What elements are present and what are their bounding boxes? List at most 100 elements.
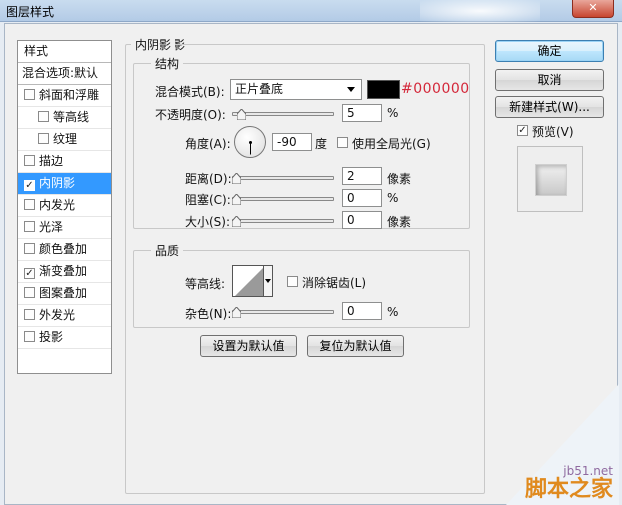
slider-track (232, 176, 334, 180)
distance-input[interactable]: 2 (342, 167, 382, 185)
watermark: jb51.net 脚本之家 (525, 464, 613, 502)
preview-label: 预览(V) (532, 125, 574, 139)
preview-checkbox[interactable]: ✓ (517, 125, 528, 136)
style-checkbox[interactable] (24, 243, 35, 254)
style-checkbox[interactable] (38, 111, 49, 122)
angle-input[interactable]: -90 (272, 133, 312, 151)
contour-dropdown[interactable] (264, 265, 273, 297)
choke-label: 阻塞(C): (185, 193, 231, 207)
style-item[interactable]: 图案叠加 (18, 283, 111, 305)
distance-label: 距离(D): (185, 172, 232, 186)
style-checkbox[interactable]: ✓ (24, 268, 35, 279)
shadow-color-hex: #000000 (401, 81, 470, 97)
blend-options-item[interactable]: 混合选项:默认 (18, 63, 111, 85)
title-bar: 图层样式 ✕ (0, 0, 622, 22)
style-item-label: 渐变叠加 (39, 264, 88, 278)
make-default-button[interactable]: 设置为默认值 (200, 335, 297, 357)
style-checkbox[interactable] (24, 89, 35, 100)
style-checkbox[interactable] (38, 133, 49, 144)
style-item-label: 图案叠加 (39, 286, 88, 300)
style-checkbox[interactable] (24, 199, 35, 210)
angle-unit: 度 (315, 137, 328, 151)
style-item-label: 光泽 (39, 220, 64, 234)
opacity-slider[interactable] (232, 109, 334, 120)
preview-swatch (535, 164, 567, 196)
slider-thumb-icon[interactable] (232, 173, 241, 184)
style-item-label: 颜色叠加 (39, 242, 88, 256)
new-style-button[interactable]: 新建样式(W)... (495, 96, 604, 118)
slider-thumb-icon[interactable] (232, 307, 241, 318)
style-item-label: 内发光 (39, 198, 76, 212)
size-input[interactable]: 0 (342, 211, 382, 229)
style-item-label: 外发光 (39, 308, 76, 322)
choke-unit: % (387, 191, 399, 205)
style-item[interactable]: 描边 (18, 151, 111, 173)
style-item-label: 描边 (39, 154, 64, 168)
angle-dial[interactable] (234, 126, 266, 158)
title-glow (420, 0, 540, 22)
angle-needle-icon (249, 141, 252, 155)
cancel-button[interactable]: 取消 (495, 69, 604, 91)
slider-thumb-icon[interactable] (232, 194, 241, 205)
style-checkbox[interactable] (24, 221, 35, 232)
global-light-label: 使用全局光(G) (352, 137, 431, 151)
style-item-label: 内阴影 (39, 176, 76, 190)
structure-title: 结构 (151, 55, 184, 72)
style-item[interactable]: 光泽 (18, 217, 111, 239)
style-checkbox[interactable] (24, 155, 35, 166)
contour-picker[interactable] (232, 265, 264, 297)
style-item[interactable]: 纹理 (18, 129, 111, 151)
global-light-checkbox[interactable] (337, 137, 348, 148)
size-slider[interactable] (232, 216, 334, 227)
style-item[interactable]: 颜色叠加 (18, 239, 111, 261)
style-item[interactable]: 斜面和浮雕 (18, 85, 111, 107)
ok-button[interactable]: 确定 (495, 40, 604, 62)
slider-track (232, 112, 334, 116)
style-item[interactable]: 内发光 (18, 195, 111, 217)
style-checkbox[interactable] (24, 331, 35, 342)
size-label: 大小(S): (185, 215, 231, 229)
style-item[interactable]: ✓ 内阴影 (18, 173, 111, 195)
section-title-label: 内阴影 (131, 36, 176, 53)
slider-thumb-icon[interactable] (237, 109, 246, 120)
anti-alias-checkbox[interactable] (287, 276, 298, 287)
size-unit: 像素 (387, 215, 412, 229)
blend-mode-select[interactable]: 正片叠底 (230, 79, 362, 100)
distance-slider[interactable] (232, 173, 334, 184)
style-item[interactable]: 等高线 (18, 107, 111, 129)
styles-header[interactable]: 样式 (18, 41, 111, 63)
style-item-label: 纹理 (53, 132, 78, 146)
slider-thumb-icon[interactable] (232, 216, 241, 227)
style-item-label: 投影 (39, 330, 64, 344)
chevron-down-icon (347, 87, 355, 92)
opacity-label: 不透明度(O): (155, 108, 226, 122)
shadow-color-swatch[interactable] (367, 80, 400, 99)
watermark-site: jb51.net (563, 464, 613, 478)
choke-input[interactable]: 0 (342, 189, 382, 207)
noise-unit: % (387, 305, 399, 319)
angle-label: 角度(A): (185, 137, 231, 151)
style-item[interactable]: 外发光 (18, 305, 111, 327)
slider-track (232, 310, 334, 314)
slider-track (232, 219, 334, 223)
window-title: 图层样式 (6, 5, 55, 19)
style-item[interactable]: 投影 (18, 327, 111, 349)
opacity-input[interactable]: 5 (342, 104, 382, 122)
styles-list: 样式 混合选项:默认 斜面和浮雕 等高线纹理描边 ✓ 内阴影内发光光泽颜色叠加 ✓ 渐变叠… (17, 40, 112, 374)
preview-thumbnail (517, 146, 583, 212)
chevron-down-icon (265, 279, 271, 283)
close-button[interactable]: ✕ (572, 0, 614, 18)
noise-slider[interactable] (232, 307, 334, 318)
noise-label: 杂色(N): (185, 307, 232, 321)
style-checkbox[interactable] (24, 287, 35, 298)
style-checkbox[interactable]: ✓ (24, 180, 35, 191)
reset-default-button[interactable]: 复位为默认值 (307, 335, 404, 357)
slider-track (232, 197, 334, 201)
style-checkbox[interactable] (24, 309, 35, 320)
choke-slider[interactable] (232, 194, 334, 205)
style-items: 斜面和浮雕 等高线纹理描边 ✓ 内阴影内发光光泽颜色叠加 ✓ 渐变叠加图案叠加外发光投影 (18, 85, 111, 349)
style-item[interactable]: ✓ 渐变叠加 (18, 261, 111, 283)
quality-title: 品质 (151, 242, 184, 259)
noise-input[interactable]: 0 (342, 302, 382, 320)
contour-curve-icon (235, 268, 263, 296)
